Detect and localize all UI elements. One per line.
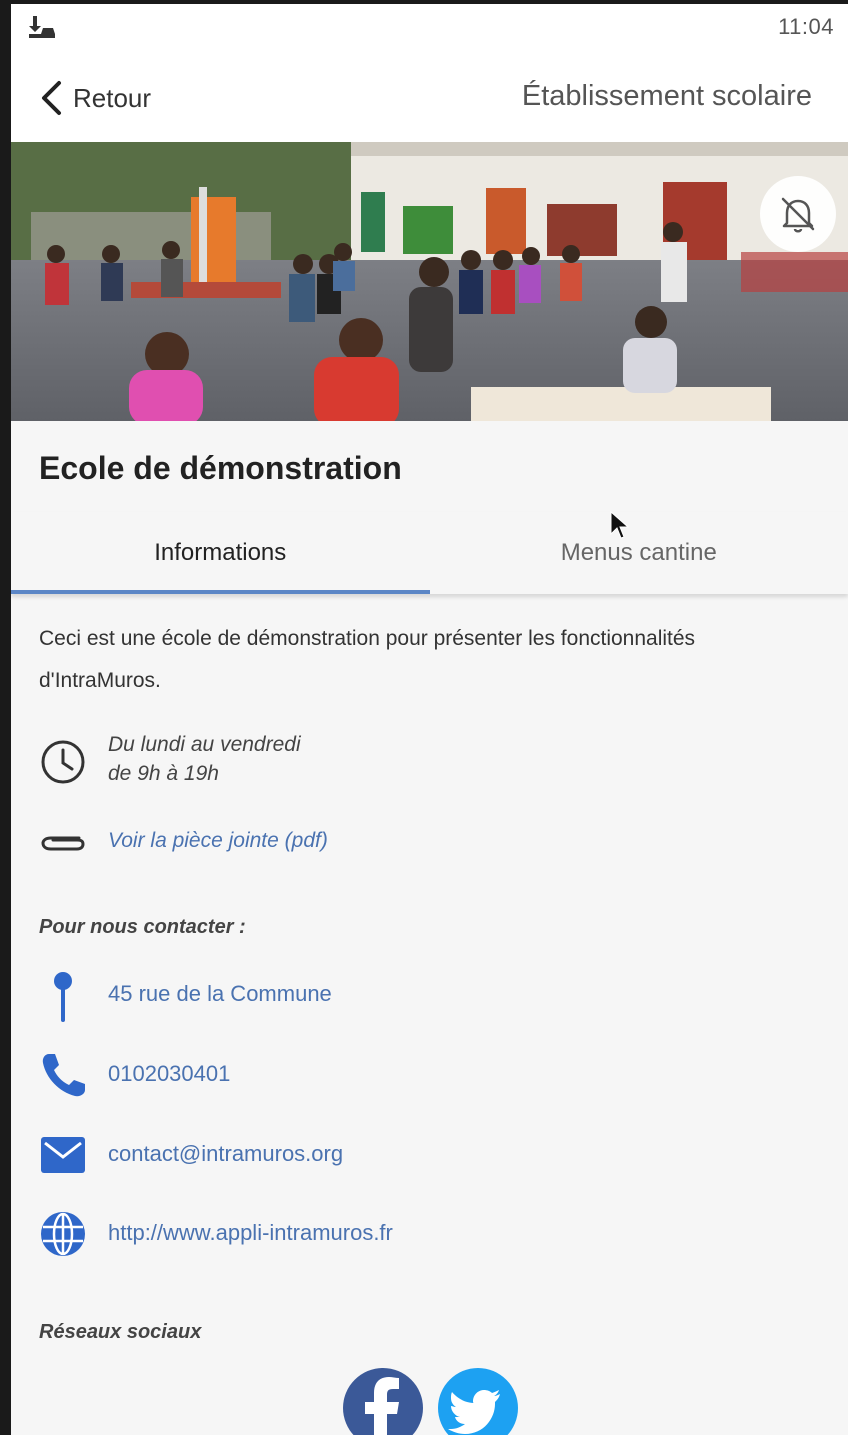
status-time: 11:04 [778,14,834,39]
opening-hours-line2: de 9h à 19h [108,762,219,785]
mouse-cursor-icon [610,510,629,539]
phone-link[interactable]: 0102030401 [108,1061,230,1087]
globe-icon [41,1212,85,1256]
address-link[interactable]: 45 rue de la Commune [108,981,332,1007]
chevron-left-icon [42,81,61,115]
facebook-icon [365,1377,399,1435]
email-link[interactable]: contact@intramuros.org [108,1141,343,1167]
paperclip-icon [41,836,85,851]
clock-icon [41,740,85,784]
back-label: Retour [73,82,152,113]
active-tab-indicator [11,590,430,594]
attachment-link[interactable]: Voir la pièce jointe (pdf) [108,829,328,853]
notification-toggle-button[interactable] [760,176,836,252]
twitter-button[interactable] [438,1368,518,1435]
social-section-title: Réseaux sociaux [39,1321,202,1343]
bell-off-icon [781,197,815,233]
email-icon [41,1137,85,1173]
map-pin-icon [54,972,72,1022]
opening-hours: Du lundi au vendredi de 9h à 19h [108,730,301,788]
page-title: Établissement scolaire [521,80,812,112]
twitter-icon [448,1390,500,1434]
hero-image [11,142,848,421]
opening-hours-line1: Du lundi au vendredi [108,733,301,756]
app-screen: 11:04 Retour Établissement scolaire Ecol… [11,4,848,1435]
download-icon [29,16,55,38]
school-description: Ceci est une école de démonstration pour… [39,627,696,692]
contact-section-title: Pour nous contacter : [39,916,246,938]
website-link[interactable]: http://www.appli-intramuros.fr [108,1220,393,1246]
status-bar: 11:04 [11,4,848,54]
tab-informations[interactable]: Informations [11,512,430,594]
nav-bar: Retour Établissement scolaire [11,54,848,142]
tab-bar: Informations Menus cantine [11,512,848,594]
facebook-button[interactable] [343,1368,423,1435]
school-name: Ecole de démonstration [39,450,402,486]
schoolyard-photo [11,142,848,421]
tab-menus-cantine[interactable]: Menus cantine [430,512,848,594]
phone-icon [42,1054,85,1097]
back-button[interactable]: Retour [39,76,151,120]
